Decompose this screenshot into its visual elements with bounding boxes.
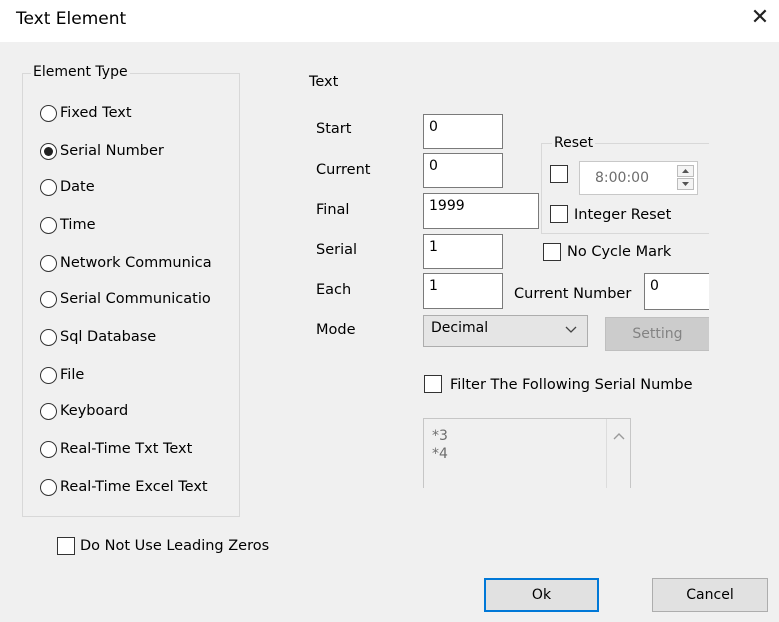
ok-button[interactable]: Ok xyxy=(484,578,599,612)
reset-legend: Reset xyxy=(552,135,596,151)
no-cycle-mark-checkbox[interactable] xyxy=(543,243,561,261)
element-type-option-label: Real-Time Excel Text xyxy=(60,479,208,495)
element-type-option-label: Real-Time Txt Text xyxy=(60,441,193,457)
no-cycle-mark-label: No Cycle Mark xyxy=(567,244,672,260)
leading-zeros-label: Do Not Use Leading Zeros xyxy=(80,538,270,554)
setting-button[interactable]: Setting xyxy=(605,317,709,351)
current-number-label: Current Number xyxy=(514,286,632,302)
close-icon[interactable]: ✕ xyxy=(748,6,772,30)
element-type-option[interactable]: Real-Time Txt Text xyxy=(40,438,228,460)
start-input[interactable]: 0 xyxy=(423,114,503,149)
cancel-button[interactable]: Cancel xyxy=(652,578,768,612)
radio-unselected-icon[interactable] xyxy=(40,290,57,308)
element-type-option-label: Serial Number xyxy=(60,143,164,159)
reset-enable-checkbox[interactable] xyxy=(550,165,568,183)
triangle-up-icon xyxy=(682,169,689,173)
spin-down-button[interactable] xyxy=(677,178,694,190)
radio-unselected-icon[interactable] xyxy=(40,254,57,272)
window-title: Text Element xyxy=(16,9,127,29)
mode-label: Mode xyxy=(316,322,356,338)
chevron-up-icon[interactable] xyxy=(612,431,626,441)
element-type-option[interactable]: Real-Time Excel Text xyxy=(40,476,228,498)
mode-select[interactable]: Decimal xyxy=(423,315,588,347)
serial-label: Serial xyxy=(316,242,358,258)
element-type-option[interactable]: Date xyxy=(40,176,228,198)
element-type-option-label: Network Communica xyxy=(60,255,212,271)
each-label: Each xyxy=(316,282,352,298)
integer-reset-checkbox[interactable] xyxy=(550,205,568,223)
final-input[interactable]: 1999 xyxy=(423,193,539,229)
current-label: Current xyxy=(316,162,371,178)
element-type-option[interactable]: Network Communica xyxy=(40,252,228,274)
mode-select-value: Decimal xyxy=(431,320,489,336)
filter-list-item[interactable]: *3 xyxy=(432,427,448,445)
start-label: Start xyxy=(316,121,352,137)
triangle-down-icon xyxy=(682,182,689,186)
element-type-option-label: Date xyxy=(60,179,95,195)
filter-serial-label: Filter The Following Serial Numbe xyxy=(450,377,693,393)
radio-unselected-icon[interactable] xyxy=(40,104,57,122)
current-number-input[interactable]: 0 xyxy=(644,273,709,310)
filter-list-box[interactable]: *3 *4 xyxy=(423,418,631,488)
integer-reset-label: Integer Reset xyxy=(574,207,672,223)
element-type-option-label: Sql Database xyxy=(60,329,157,345)
leading-zeros-checkbox[interactable] xyxy=(57,537,75,555)
element-type-option[interactable]: Time xyxy=(40,214,228,236)
radio-unselected-icon[interactable] xyxy=(40,478,57,496)
filter-list-items: *3 *4 xyxy=(432,427,448,463)
radio-selected-icon[interactable] xyxy=(40,142,57,160)
radio-unselected-icon[interactable] xyxy=(40,366,57,384)
element-type-option[interactable]: File xyxy=(40,364,228,386)
chevron-down-icon xyxy=(565,323,577,339)
element-type-option-label: Time xyxy=(60,217,96,233)
spin-up-button[interactable] xyxy=(677,165,694,177)
element-type-option-label: File xyxy=(60,367,85,383)
element-type-option-label: Keyboard xyxy=(60,403,129,419)
radio-unselected-icon[interactable] xyxy=(40,440,57,458)
serial-input[interactable]: 1 xyxy=(423,234,503,269)
element-type-option[interactable]: Sql Database xyxy=(40,326,228,348)
element-type-option-label: Fixed Text xyxy=(60,105,132,121)
element-type-option-label: Serial Communicatio xyxy=(60,291,211,307)
radio-unselected-icon[interactable] xyxy=(40,216,57,234)
radio-unselected-icon[interactable] xyxy=(40,402,57,420)
text-heading: Text xyxy=(309,74,339,90)
element-type-legend: Element Type xyxy=(31,64,130,80)
each-input[interactable]: 1 xyxy=(423,273,503,309)
radio-unselected-icon[interactable] xyxy=(40,328,57,346)
reset-time-spinner[interactable]: 8:00:00 xyxy=(579,161,698,195)
filter-serial-checkbox[interactable] xyxy=(424,375,442,393)
element-type-option[interactable]: Fixed Text xyxy=(40,102,228,124)
current-input[interactable]: 0 xyxy=(423,153,503,188)
reset-time-value: 8:00:00 xyxy=(595,170,649,186)
filter-list-item[interactable]: *4 xyxy=(432,445,448,463)
filter-list-scrollbar[interactable] xyxy=(606,419,630,488)
element-type-option[interactable]: Serial Communicatio xyxy=(40,288,228,310)
element-type-option[interactable]: Serial Number xyxy=(40,140,228,162)
radio-unselected-icon[interactable] xyxy=(40,178,57,196)
final-label: Final xyxy=(316,202,350,218)
element-type-option[interactable]: Keyboard xyxy=(40,400,228,422)
